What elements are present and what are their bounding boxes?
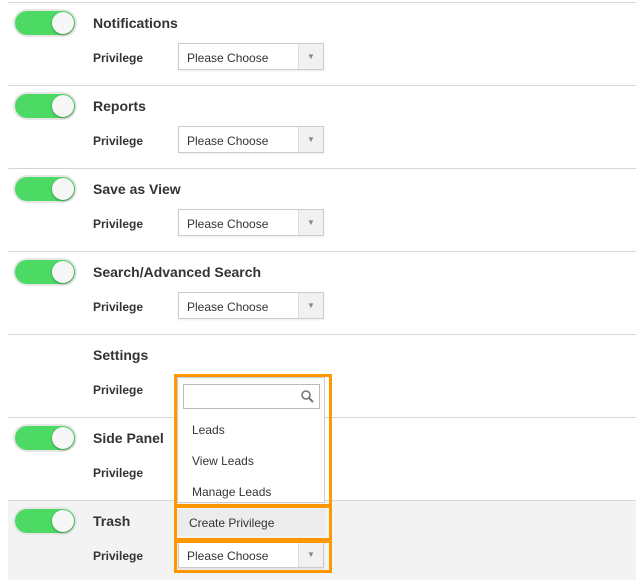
toggle-switch[interactable] (15, 426, 75, 450)
search-icon (301, 390, 314, 403)
privilege-select[interactable]: Please Choose ▼ (178, 126, 324, 153)
dropdown-option-leads[interactable]: Leads (192, 423, 225, 437)
privilege-label: Privilege (93, 51, 144, 65)
highlight-box-create (174, 505, 332, 541)
toggle-knob (52, 12, 74, 34)
row-title: Notifications (93, 15, 178, 31)
privilege-select[interactable]: Please Choose ▼ (178, 209, 324, 236)
toggle-switch[interactable] (15, 260, 75, 284)
toggle-knob (52, 261, 74, 283)
dropdown-option-view-leads[interactable]: View Leads (192, 454, 254, 468)
permission-row: Save as View Privilege Please Choose ▼ (8, 168, 636, 251)
permission-row: Search/Advanced Search Privilege Please Ch… (8, 251, 636, 334)
privilege-label: Privilege (93, 217, 144, 231)
toggle-knob (52, 178, 74, 200)
dropdown-search-input[interactable] (183, 384, 320, 409)
toggle-knob (52, 95, 74, 117)
select-value: Please Choose (187, 51, 269, 65)
chevron-down-icon: ▼ (298, 293, 323, 318)
chevron-down-icon: ▼ (298, 44, 323, 69)
row-title: Side Panel (93, 430, 164, 446)
privilege-label: Privilege (93, 300, 144, 314)
privilege-select[interactable]: Please Choose ▼ (178, 43, 324, 70)
permission-row: Notifications Privilege Please Choose ▼ (8, 2, 636, 85)
toggle-switch[interactable] (15, 94, 75, 118)
privilege-dropdown: Leads View Leads Manage Leads (177, 377, 325, 503)
select-value: Please Choose (187, 300, 269, 314)
privilege-label: Privilege (93, 134, 144, 148)
row-title: Save as View (93, 181, 181, 197)
toggle-switch[interactable] (15, 509, 75, 533)
permission-row: Reports Privilege Please Choose ▼ (8, 85, 636, 168)
row-title: Settings (93, 347, 149, 363)
row-title: Reports (93, 98, 146, 114)
row-title: Search/Advanced Search (93, 264, 262, 280)
toggle-switch[interactable] (15, 11, 75, 35)
privilege-label: Privilege (93, 466, 144, 480)
select-value: Please Choose (187, 217, 269, 231)
toggle-switch[interactable] (15, 177, 75, 201)
toggle-knob (52, 427, 74, 449)
privilege-label: Privilege (93, 383, 144, 397)
privilege-label: Privilege (93, 549, 144, 563)
dropdown-option-manage-leads[interactable]: Manage Leads (192, 485, 271, 499)
chevron-down-icon: ▼ (298, 127, 323, 152)
highlight-box-select (174, 540, 332, 573)
toggle-knob (52, 510, 74, 532)
privilege-select[interactable]: Please Choose ▼ (178, 292, 324, 319)
chevron-down-icon: ▼ (298, 210, 323, 235)
row-title: Trash (93, 513, 131, 529)
select-value: Please Choose (187, 134, 269, 148)
